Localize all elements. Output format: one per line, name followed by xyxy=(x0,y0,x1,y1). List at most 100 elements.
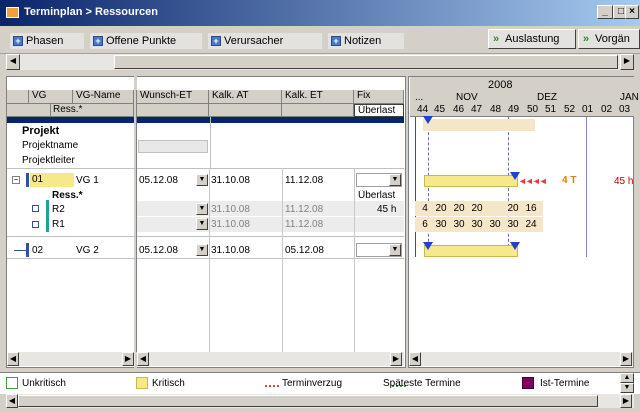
vorgaenge-button[interactable]: » Vorgän xyxy=(578,29,640,49)
r2-value: 20 xyxy=(506,203,520,214)
month-label: NOV xyxy=(456,92,478,103)
scroll-right-icon[interactable]: ▶ xyxy=(390,352,402,366)
vg1-name[interactable]: VG 1 xyxy=(76,175,99,186)
legend-unkritisch-swatch xyxy=(6,377,18,389)
vg1-fix-dropdown[interactable]: ▼ xyxy=(389,174,401,186)
gantt-hscroll[interactable] xyxy=(409,352,633,366)
r2-value: 4 xyxy=(418,203,432,214)
col-kalkat-header[interactable]: Kalk. AT xyxy=(209,90,282,104)
selection-bar xyxy=(7,117,134,123)
legend-scroll-up-icon[interactable]: ▲ xyxy=(620,373,634,383)
vg1-bar[interactable] xyxy=(424,175,518,187)
col-ress-header[interactable]: Ress.* xyxy=(51,104,134,117)
vg1-nr[interactable]: 01 xyxy=(30,173,74,187)
week-label: 46 xyxy=(453,104,465,115)
scroll-right-icon[interactable]: ▶ xyxy=(620,54,634,70)
offene-punkte-button[interactable]: + Offene Punkte xyxy=(90,33,202,49)
scroll-right-icon[interactable]: ▶ xyxy=(620,352,632,366)
project-bar[interactable] xyxy=(423,119,535,131)
r2-value: 16 xyxy=(524,203,538,214)
vg2-wunsch[interactable]: 05.12.08 xyxy=(139,245,178,256)
week-label: 52 xyxy=(564,104,576,115)
timeline-year: 2008 xyxy=(488,79,513,91)
vg1-delay: 4 T xyxy=(562,175,577,186)
month-label: JAN xyxy=(620,92,639,103)
week-label: 45 xyxy=(434,104,446,115)
r1-value: 30 xyxy=(470,219,484,230)
collapse-icon[interactable]: − xyxy=(12,176,20,184)
verursacher-button[interactable]: + Verursacher xyxy=(208,33,322,49)
phasen-button[interactable]: + Phasen xyxy=(10,33,84,49)
ress-ueberlast-label: Überlast xyxy=(358,190,396,201)
plus-icon: + xyxy=(13,36,23,46)
vg1-kalket: 11.12.08 xyxy=(285,175,324,186)
scroll-left-icon[interactable]: ◀ xyxy=(137,352,149,366)
vg2-fix-dropdown[interactable]: ▼ xyxy=(389,244,401,256)
legend-ist-swatch xyxy=(522,377,534,389)
vg2-name[interactable]: VG 2 xyxy=(76,245,99,256)
vg2-nr[interactable]: 02 xyxy=(32,245,43,256)
col-vgname-header[interactable]: VG-Name xyxy=(73,90,134,104)
close-button[interactable]: × xyxy=(625,5,639,19)
legend-unkritisch: Unkritisch xyxy=(22,378,66,389)
r2-value: 20 xyxy=(470,203,484,214)
r1-value: 30 xyxy=(452,219,466,230)
bottom-scroll-thumb[interactable] xyxy=(18,395,598,407)
r1-value: 30 xyxy=(434,219,448,230)
r1-name[interactable]: R1 xyxy=(52,219,65,230)
window-title: Terminplan > Ressourcen xyxy=(24,6,158,18)
scroll-right-icon[interactable]: ▶ xyxy=(122,352,134,366)
r2-value: 20 xyxy=(452,203,466,214)
vg1-overload: 45 h xyxy=(614,176,634,187)
scroll-left-icon[interactable]: ◀ xyxy=(7,352,19,366)
notizen-button[interactable]: + Notizen xyxy=(328,33,404,49)
auslastung-button[interactable]: » Auslastung xyxy=(488,29,576,49)
app-icon xyxy=(6,7,19,18)
legend-terminverzug-swatch xyxy=(265,385,279,388)
scroll-right-icon[interactable]: ▶ xyxy=(620,394,632,408)
col-vg-header[interactable]: VG xyxy=(29,90,73,104)
year-line xyxy=(586,117,587,257)
legend-terminverzug: Terminverzug xyxy=(282,378,343,389)
project-label: Projekt xyxy=(22,125,60,137)
col-fix-header[interactable]: Fix xyxy=(354,90,404,104)
r1-icon xyxy=(32,221,39,228)
minimize-button[interactable]: _ xyxy=(597,5,613,19)
legend-kritisch-swatch xyxy=(136,377,148,389)
week-label: 50 xyxy=(527,104,539,115)
r2-dropdown[interactable]: ▼ xyxy=(196,203,208,215)
col-wunsch-header[interactable]: Wunsch-ET xyxy=(137,90,209,104)
r1-dropdown[interactable]: ▼ xyxy=(196,218,208,230)
vg1-wunsch[interactable]: 05.12.08 xyxy=(139,175,178,186)
today-line xyxy=(415,117,416,257)
week-label: 49 xyxy=(508,104,520,115)
milestone-icon xyxy=(423,116,433,124)
r2-ueberlast: 45 h xyxy=(377,204,397,215)
middle-hscroll[interactable] xyxy=(137,352,404,366)
project-name-field[interactable] xyxy=(138,140,208,153)
r2-name[interactable]: R2 xyxy=(52,204,65,215)
scroll-left-icon[interactable]: ◀ xyxy=(6,54,20,70)
vg2-kalket: 05.12.08 xyxy=(285,245,324,256)
timeline-dots: ... xyxy=(415,92,424,103)
plus-icon: + xyxy=(331,36,341,46)
scroll-left-icon[interactable]: ◀ xyxy=(409,352,421,366)
left-hscroll[interactable] xyxy=(7,352,135,366)
r1-kalket: 11.12.08 xyxy=(285,219,324,230)
r1-value: 30 xyxy=(506,219,520,230)
vg2-wunsch-dropdown[interactable]: ▼ xyxy=(196,244,208,256)
top-scroll-thumb[interactable] xyxy=(114,55,618,69)
project-name-label: Projektname xyxy=(22,140,79,151)
col-ueberlast-header[interactable]: Überlast xyxy=(354,104,404,117)
r1-value: 6 xyxy=(418,219,432,230)
scroll-left-icon[interactable]: ◀ xyxy=(6,394,18,408)
vg1-kalkat: 31.10.08 xyxy=(211,175,250,186)
legend-scroll-down-icon[interactable]: ▼ xyxy=(620,383,634,393)
week-label: 44 xyxy=(417,104,429,115)
project-leiter-label: Projektleiter xyxy=(22,155,75,166)
legend-spaeteste: Späteste Termine xyxy=(383,378,461,389)
vg2-bar[interactable] xyxy=(424,245,518,257)
vg1-wunsch-dropdown[interactable]: ▼ xyxy=(196,174,208,186)
ress-label: Ress.* xyxy=(52,190,83,201)
col-kalket-header[interactable]: Kalk. ET xyxy=(282,90,354,104)
